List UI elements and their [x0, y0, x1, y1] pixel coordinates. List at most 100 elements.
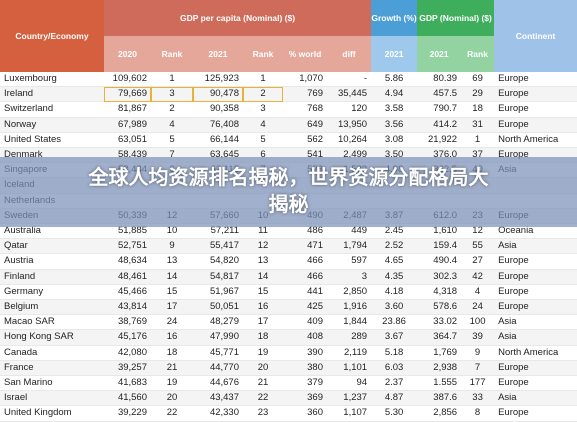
table-row[interactable]: Austria 48,634 13 54,820 13 466 597 4.65 490.4 27… — [0, 253, 577, 270]
country-cell: Ireland — [0, 86, 104, 103]
continent-cell: Europe — [494, 284, 577, 301]
header-country[interactable]: Country/Economy — [0, 0, 104, 72]
table-row[interactable]: Switzerland 81,867 2 90,358 3 768 120 3.58 790.7… — [0, 101, 577, 118]
diff-cell: 1,101 — [327, 360, 372, 377]
subheader-gdp-2021[interactable]: 2021 — [417, 36, 462, 72]
gdp-2020-cell: 39,257 — [104, 360, 151, 377]
country-cell: United States — [0, 132, 104, 149]
continent-cell: Europe — [494, 253, 577, 270]
percent-world-cell: 769 — [283, 86, 327, 103]
table-row[interactable]: Norway 67,989 4 76,408 4 649 13,950 3.56 414.2 31… — [0, 117, 577, 133]
gdp-2021-cell: 44,770 — [193, 360, 243, 377]
rank-2021-cell: 5 — [243, 132, 283, 149]
diff-cell: - — [327, 72, 372, 88]
percent-world-cell: 466 — [283, 269, 327, 285]
rank-2021-cell: 12 — [243, 238, 283, 255]
table-row[interactable]: Israel 41,560 20 43,437 22 369 1,237 4.87 387.6 3… — [0, 390, 577, 407]
growth-2021-cell: 4.18 — [371, 284, 418, 301]
header-continent[interactable]: Continent — [494, 0, 577, 72]
continent-cell: Asia — [494, 314, 577, 331]
continent-cell: Asia — [494, 390, 577, 407]
rank-2020-cell: 9 — [151, 238, 193, 255]
header-gdp-per-capita[interactable]: GDP per capita (Nominal) ($) — [104, 0, 372, 36]
diff-cell: 1,844 — [327, 314, 372, 331]
table-row[interactable]: Qatar 52,751 9 55,417 12 471 1,794 2.52 159.4 55 A… — [0, 238, 577, 255]
rank-2021-cell: 22 — [243, 390, 283, 407]
continent-cell: Europe — [494, 360, 577, 377]
country-cell: Macao SAR — [0, 314, 104, 331]
table-row[interactable]: Ireland 79,669 3 90,478 2 769 35,445 4.94 457.5 2… — [0, 86, 577, 103]
rank-2020-cell: 17 — [151, 299, 193, 316]
percent-world-cell: 441 — [283, 284, 327, 301]
rank-2020-cell: 5 — [151, 132, 193, 149]
gdp-2021-cell: 44,676 — [193, 375, 243, 392]
overlay-title-line-2: 揭秘 — [268, 192, 309, 216]
growth-2021-cell: 4.94 — [371, 86, 418, 103]
growth-2021-cell: 5.30 — [371, 405, 418, 422]
table-row[interactable]: Canada 42,080 18 45,771 19 390 2,119 5.18 1,769 9… — [0, 345, 577, 361]
country-cell: Canada — [0, 345, 104, 361]
table-row[interactable]: France 39,257 21 44,770 20 380 1,101 6.03 2,938 7… — [0, 360, 577, 377]
rank-2021-cell: 1 — [243, 72, 283, 88]
subheader-gdp-rank[interactable]: Rank — [461, 36, 495, 72]
subheader-rank-2020[interactable]: Rank — [151, 36, 193, 72]
gdp-nominal-cell: 1,769 — [417, 345, 462, 361]
gdp-rank-cell: 33 — [461, 390, 495, 407]
gdp-2021-cell: 54,817 — [193, 269, 243, 285]
table-row[interactable]: Hong Kong SAR 45,176 16 47,990 18 408 289 3.67 3… — [0, 329, 577, 346]
table-row[interactable]: United States 63,051 5 66,144 5 562 10,264 3.08… — [0, 132, 577, 149]
rank-2020-cell: 14 — [151, 269, 193, 285]
diff-cell: 289 — [327, 329, 372, 346]
gdp-2021-cell: 50,051 — [193, 299, 243, 316]
diff-cell: 10,264 — [327, 132, 372, 149]
gdp-rank-cell: 39 — [461, 329, 495, 346]
rank-2021-cell: 16 — [243, 299, 283, 316]
country-cell: Austria — [0, 253, 104, 270]
table-row[interactable]: Macao SAR 38,769 24 48,279 17 409 1,844 23.86 33… — [0, 314, 577, 331]
header-gdp-nominal[interactable]: GDP (Nominal) ($) — [417, 0, 495, 36]
country-cell: Finland — [0, 269, 104, 285]
gdp-nominal-cell: 490.4 — [417, 253, 462, 270]
subheader-rank-2021[interactable]: Rank — [243, 36, 283, 72]
gdp-table-screenshot: Country/Economy GDP per capita (Nominal)… — [0, 0, 577, 422]
gdp-2021-cell: 66,144 — [193, 132, 243, 149]
gdp-2021-cell: 90,478 — [193, 86, 243, 103]
gdp-2021-cell: 90,358 — [193, 101, 243, 118]
overlay-title: 全球人均资源排名揭秘，世界资源分配格局大 揭秘 — [0, 164, 577, 218]
percent-world-cell: 408 — [283, 329, 327, 346]
gdp-rank-cell: 7 — [461, 360, 495, 377]
gdp-2020-cell: 79,669 — [104, 86, 151, 103]
subheader-growth-2021[interactable]: 2021 — [371, 36, 418, 72]
gdp-nominal-cell: 33.02 — [417, 314, 462, 331]
percent-world-cell: 380 — [283, 360, 327, 377]
gdp-nominal-cell: 2,856 — [417, 405, 462, 422]
subheader-percent-world[interactable]: % world — [283, 36, 327, 72]
gdp-nominal-cell: 414.2 — [417, 117, 462, 133]
diff-cell: 2,850 — [327, 284, 372, 301]
gdp-2021-cell: 76,408 — [193, 117, 243, 133]
rank-2020-cell: 21 — [151, 360, 193, 377]
country-cell: Hong Kong SAR — [0, 329, 104, 346]
table-row[interactable]: United Kingdom 39,229 22 42,330 23 360 1,107 5.… — [0, 405, 577, 422]
gdp-2020-cell: 81,867 — [104, 101, 151, 118]
header-growth[interactable]: Growth (%) — [371, 0, 418, 36]
continent-cell: Europe — [494, 299, 577, 316]
subheader-2020[interactable]: 2020 — [104, 36, 151, 72]
growth-2021-cell: 4.65 — [371, 253, 418, 270]
rank-2020-cell: 18 — [151, 345, 193, 361]
subheader-2021[interactable]: 2021 — [193, 36, 243, 72]
table-row[interactable]: San Marino 41,683 19 44,676 21 379 94 2.37 1.555… — [0, 375, 577, 392]
gdp-nominal-cell: 159.4 — [417, 238, 462, 255]
table-row[interactable]: Finland 48,461 14 54,817 14 466 3 4.35 302.3 42 Eu… — [0, 269, 577, 285]
table-row[interactable]: Luxembourg 109,602 1 125,923 1 1,070-5.86 80.3… — [0, 72, 577, 88]
percent-world-cell: 390 — [283, 345, 327, 361]
gdp-rank-cell: 100 — [461, 314, 495, 331]
percent-world-cell: 649 — [283, 117, 327, 133]
gdp-nominal-cell: 364.7 — [417, 329, 462, 346]
percent-world-cell: 1,070 — [283, 72, 327, 88]
rank-2021-cell: 3 — [243, 101, 283, 118]
subheader-diff[interactable]: diff — [327, 36, 372, 72]
table-row[interactable]: Belgium 43,814 17 50,051 16 425 1,916 3.60 578.6… — [0, 299, 577, 316]
table-row[interactable]: Germany 45,466 15 51,967 15 441 2,850 4.18 4,318… — [0, 284, 577, 301]
gdp-rank-cell: 4 — [461, 284, 495, 301]
